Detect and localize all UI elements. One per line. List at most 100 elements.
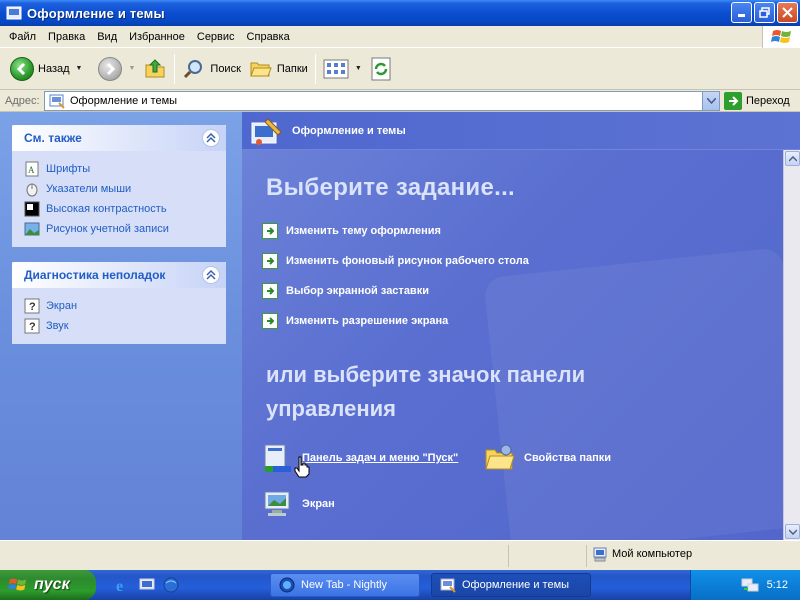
taskbar-item-appearance[interactable]: Оформление и темы — [431, 573, 591, 597]
task-label: Изменить фоновый рисунок рабочего стола — [286, 255, 529, 267]
show-desktop-icon[interactable] — [138, 576, 156, 594]
pick-icon-heading: или выберите значок панели управления — [266, 362, 586, 421]
see-also-high-contrast[interactable]: Высокая контрастность — [24, 199, 216, 219]
control-panel-icon — [440, 578, 456, 593]
menu-bar: Файл Правка Вид Избранное Сервис Справка — [0, 26, 800, 48]
restore-icon — [759, 7, 770, 18]
mouse-icon — [26, 183, 38, 197]
see-also-account-picture[interactable]: Рисунок учетной записи — [24, 219, 216, 239]
troubleshoot-item-label: Звук — [46, 320, 69, 332]
task-pane: См. также A Шрифты Указатели мыши Высока… — [0, 112, 242, 540]
address-bar: Адрес: Оформление и темы Переход — [0, 90, 800, 112]
menu-file[interactable]: Файл — [3, 26, 42, 48]
status-divider — [508, 545, 509, 567]
menu-tools[interactable]: Сервис — [191, 26, 241, 48]
folder-options-icon — [485, 444, 515, 470]
views-dropdown-icon[interactable]: ▼ — [355, 65, 362, 72]
green-arrow-icon — [262, 223, 278, 239]
scroll-up-button[interactable] — [785, 151, 800, 166]
cpl-display[interactable]: Экран — [262, 488, 335, 520]
picture-icon — [24, 222, 40, 236]
close-icon — [782, 7, 793, 18]
status-divider — [586, 545, 587, 567]
see-also-mouse-pointers[interactable]: Указатели мыши — [24, 179, 216, 199]
close-button[interactable] — [777, 2, 798, 23]
menu-favorites[interactable]: Избранное — [123, 26, 191, 48]
nightly-browser-icon — [279, 577, 295, 593]
taskbar: пуск e New Tab - Nightly Оформление и те… — [0, 570, 800, 600]
back-label: Назад — [38, 62, 70, 75]
task-change-resolution[interactable]: Изменить разрешение экрана — [262, 306, 529, 336]
menu-view[interactable]: Вид — [91, 26, 123, 48]
cpl-taskbar-start-menu[interactable]: Панель задач и меню "Пуск" — [262, 442, 458, 474]
back-button[interactable]: Назад ▼ — [6, 52, 86, 86]
views-button[interactable]: ▼ — [319, 52, 366, 86]
troubleshoot-item-label: Экран — [46, 300, 78, 312]
svg-text:e: e — [116, 578, 123, 594]
internet-explorer-icon[interactable]: e — [114, 576, 132, 594]
toolbar-separator — [174, 53, 176, 84]
task-change-background[interactable]: Изменить фоновый рисунок рабочего стола — [262, 246, 529, 276]
chevron-up-double-icon — [206, 133, 216, 143]
network-icon[interactable] — [741, 577, 759, 593]
refresh-button[interactable] — [366, 52, 396, 86]
title-bar[interactable]: Оформление и темы — [0, 0, 800, 26]
start-button[interactable]: пуск — [0, 570, 96, 600]
address-field[interactable]: Оформление и темы — [44, 91, 720, 111]
menu-help[interactable]: Справка — [241, 26, 296, 48]
task-change-theme[interactable]: Изменить тему оформления — [262, 216, 529, 246]
task-choose-screensaver[interactable]: Выбор экранной заставки — [262, 276, 529, 306]
control-panel-icon — [49, 94, 65, 109]
collapse-button[interactable] — [202, 266, 220, 284]
category-content: Оформление и темы Выберите задание... Из… — [242, 112, 800, 540]
see-also-title: См. также — [24, 131, 82, 145]
minimize-button[interactable] — [731, 2, 752, 23]
display-icon — [264, 491, 290, 516]
back-dropdown-icon[interactable]: ▼ — [76, 65, 83, 72]
svg-text:?: ? — [29, 301, 36, 313]
help-icon: ? — [24, 298, 40, 314]
status-zone-label: Мой компьютер — [612, 548, 693, 560]
svg-text:A: A — [28, 165, 35, 175]
see-also-fonts[interactable]: A Шрифты — [24, 159, 216, 179]
search-button[interactable]: Поиск — [178, 52, 244, 86]
forward-button[interactable]: ▼ — [94, 52, 139, 86]
browser-icon[interactable] — [162, 576, 180, 594]
control-panel-icon — [6, 6, 22, 20]
troubleshoot-header[interactable]: Диагностика неполадок — [12, 262, 226, 288]
fonts-icon: A — [25, 161, 39, 177]
task-label: Изменить разрешение экрана — [286, 315, 449, 327]
scroll-down-button[interactable] — [785, 524, 800, 539]
see-also-header[interactable]: См. также — [12, 125, 226, 151]
taskbar-icon — [264, 444, 291, 472]
pick-task-heading: Выберите задание... — [266, 174, 516, 201]
collapse-button[interactable] — [202, 129, 220, 147]
folders-button[interactable]: Папки — [245, 52, 312, 86]
see-also-item-label: Указатели мыши — [46, 183, 132, 195]
go-button[interactable]: Переход — [724, 92, 790, 110]
vertical-scrollbar[interactable] — [783, 150, 800, 540]
content-header: Оформление и темы — [242, 112, 800, 150]
window-title: Оформление и темы — [27, 5, 165, 21]
appearance-themes-icon — [251, 117, 282, 145]
quick-launch: e — [114, 576, 180, 594]
up-folder-button[interactable] — [139, 52, 171, 86]
troubleshoot-sound[interactable]: ? Звук — [24, 316, 216, 336]
restore-button[interactable] — [754, 2, 775, 23]
troubleshoot-title: Диагностика неполадок — [24, 268, 166, 282]
forward-dropdown-icon[interactable]: ▼ — [128, 65, 135, 72]
search-label: Поиск — [210, 62, 241, 75]
windows-logo-icon — [762, 26, 800, 48]
menu-edit[interactable]: Правка — [42, 26, 91, 48]
see-also-box: См. также A Шрифты Указатели мыши Высока… — [12, 125, 226, 247]
clock[interactable]: 5:12 — [767, 579, 788, 591]
troubleshoot-display[interactable]: ? Экран — [24, 296, 216, 316]
chevron-up-double-icon — [206, 270, 216, 280]
address-dropdown-button[interactable] — [702, 92, 719, 110]
forward-arrow-icon — [98, 56, 123, 81]
see-also-item-label: Шрифты — [46, 163, 91, 175]
taskbar-item-nightly[interactable]: New Tab - Nightly — [270, 573, 420, 597]
cpl-folder-options[interactable]: Свойства папки — [484, 442, 611, 474]
toolbar-separator — [314, 53, 316, 84]
status-zone: Мой компьютер — [592, 546, 692, 562]
